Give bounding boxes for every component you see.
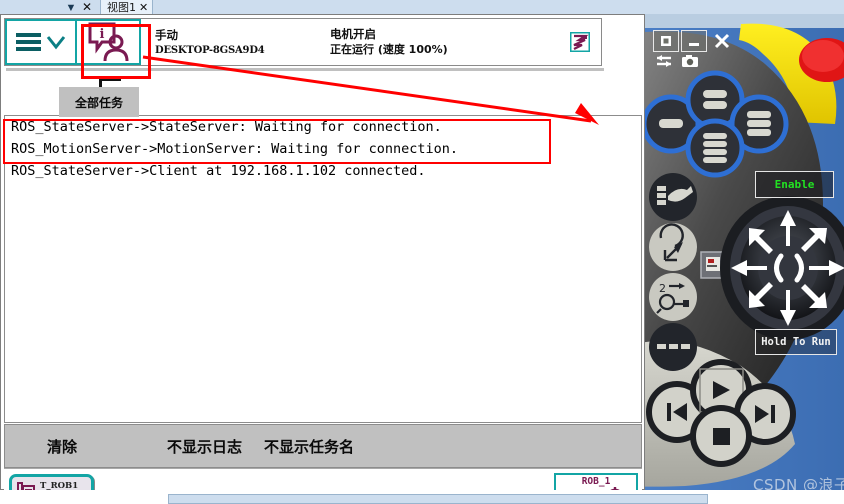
hide-log-button[interactable]: 不显示日志 <box>167 436 242 457</box>
operator-window-button[interactable]: i <box>77 19 141 65</box>
tab-overflow-arrow-icon[interactable]: ▼ <box>64 1 78 15</box>
event-log-panel[interactable]: ROS_StateServer->StateServer: Waiting fo… <box>4 115 642 423</box>
host-bottom-segment <box>168 494 708 504</box>
close-button[interactable] <box>709 30 735 52</box>
status-text-group: 手动 DESKTOP-8GSA9D4 电机开启 正在运行 (速度 100%) <box>141 19 559 65</box>
log-line: ROS_StateServer->StateServer: Waiting fo… <box>11 119 442 135</box>
hamburger-menu-icon <box>16 32 41 52</box>
minimize-icon <box>689 43 699 46</box>
quickset-menu-icon <box>570 32 590 52</box>
log-line: ROS_MotionServer->MotionServer: Waiting … <box>11 141 459 157</box>
camera-button[interactable] <box>679 52 701 69</box>
clear-button[interactable]: 清除 <box>47 436 77 457</box>
log-action-bar: 清除 不显示日志 不显示任务名 <box>4 424 642 468</box>
hide-taskname-button[interactable]: 不显示任务名 <box>264 436 354 457</box>
svg-text:i: i <box>100 27 105 42</box>
mode-column: 手动 DESKTOP-8GSA9D4 <box>155 27 330 58</box>
enable-indicator: Enable <box>755 171 834 198</box>
hold-to-run-button[interactable]: Hold To Run <box>755 329 837 355</box>
controller-name-label: DESKTOP-8GSA9D4 <box>155 44 265 56</box>
screen-root: ▼ ✕ 视图1 ✕ i 手动 DESKTOP-8GSA9D4 电机开启 正在运行… <box>0 0 844 504</box>
pendant-status-header: i 手动 DESKTOP-8GSA9D4 电机开启 正在运行 (速度 100%) <box>4 18 602 66</box>
pendant-photo-graphic: 2 <box>645 14 844 490</box>
camera-icon <box>682 54 698 67</box>
more-icon <box>657 344 690 349</box>
swap-view-icon <box>657 54 671 67</box>
log-line: ROS_StateServer->Client at 192.168.1.102… <box>11 163 426 179</box>
operating-mode-label: 手动 <box>155 27 178 42</box>
minimize-button[interactable] <box>681 30 707 52</box>
run-state-label: 正在运行 (速度 100%) <box>330 43 448 56</box>
close-icon <box>714 33 730 49</box>
chevron-down-icon <box>46 36 66 50</box>
motor-state-label: 电机开启 <box>330 27 376 41</box>
flexpendant-window: i 手动 DESKTOP-8GSA9D4 电机开启 正在运行 (速度 100%) <box>0 14 645 504</box>
stop-icon <box>713 428 730 445</box>
maximize-button[interactable] <box>653 30 679 52</box>
svg-text:2: 2 <box>659 282 666 295</box>
swap-view-button[interactable] <box>653 52 675 69</box>
maximize-icon <box>661 36 671 46</box>
tab-strip-close-icon[interactable]: ✕ <box>80 0 94 15</box>
motor-column: 电机开启 正在运行 (速度 100%) <box>330 26 559 58</box>
abb-main-menu-button[interactable] <box>5 19 77 65</box>
header-shadow <box>6 68 604 71</box>
csdn-watermark: CSDN @浪子陪都 <box>753 476 844 490</box>
physical-pendant-photo: 2 Enable Hold To Run CSDN @浪子 <box>645 14 844 490</box>
quickset-button[interactable] <box>559 19 601 65</box>
operator-info-icon: i <box>88 22 129 62</box>
all-tasks-tooltip: 全部任务 <box>59 87 139 117</box>
